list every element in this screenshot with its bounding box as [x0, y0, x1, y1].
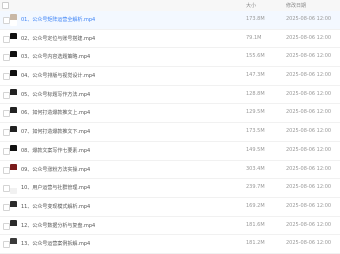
- file-row[interactable]: 03、公众号内容选题策略.mp4 155.6M 2025-08-06 12:00: [0, 48, 340, 68]
- video-thumbnail-icon: [10, 51, 17, 64]
- video-thumbnail-icon: [10, 14, 17, 26]
- file-name[interactable]: 05、公众号标题写作方法.mp4: [21, 91, 90, 98]
- file-name[interactable]: 12、公众号数据分析与复盘.mp4: [21, 222, 95, 229]
- file-date: 2025-08-06 12:00: [286, 16, 332, 22]
- file-size: 169.2M: [246, 202, 265, 209]
- video-thumbnail-icon: [10, 88, 17, 101]
- file-row[interactable]: 04、公众号排版与视觉设计.mp4 147.3M 2025-08-06 12:00: [0, 67, 340, 86]
- file-title: 如何打造爆款推文上.mp4: [32, 110, 91, 117]
- file-rows: 01、公众号矩阵运营全解析.mp4 173.8M 2025-08-06 12:00 0…: [0, 11, 340, 254]
- video-thumbnail-icon: [10, 144, 17, 157]
- video-thumbnail-icon: [10, 107, 17, 120]
- row-checkbox[interactable]: [3, 110, 10, 118]
- file-name[interactable]: 04、公众号排版与视觉设计.mp4: [21, 72, 95, 79]
- file-title: 公众号变现模式解析.mp4: [32, 203, 91, 210]
- file-date: 2025-08-06 12:00: [286, 128, 332, 135]
- file-size: 149.5M: [246, 146, 265, 153]
- video-thumbnail-icon: [10, 238, 17, 251]
- file-date: 2025-08-06 12:00: [286, 221, 332, 228]
- file-name[interactable]: 09、公众号涨粉方法实操.mp4: [21, 166, 90, 173]
- file-title: 如何打造爆款推文下.mp4: [32, 129, 91, 136]
- file-size: 147.3M: [246, 72, 265, 79]
- file-name[interactable]: 11、公众号变现模式解析.mp4: [21, 203, 90, 210]
- file-row[interactable]: 01、公众号矩阵运营全解析.mp4 173.8M 2025-08-06 12:00: [0, 11, 340, 30]
- file-list-page: 大小 修改日期 01、公众号矩阵运营全解析.mp4 173.8M 2025-08-0…: [0, 0, 340, 254]
- file-title: 爆款文案写作七要素.mp4: [32, 147, 91, 154]
- video-thumbnail-icon: [10, 200, 17, 213]
- file-name[interactable]: 02、公众号定位与账号搭建.mp4: [21, 35, 95, 42]
- file-row[interactable]: 07、如何打造爆款推文下.mp4 173.5M 2025-08-06 12:00: [0, 123, 340, 142]
- file-date: 2025-08-06 12:00: [286, 165, 332, 172]
- file-name[interactable]: 06、如何打造爆款推文上.mp4: [21, 109, 90, 116]
- file-date: 2025-08-06 12:00: [286, 146, 332, 153]
- row-checkbox[interactable]: [3, 17, 10, 24]
- video-thumbnail-icon: [10, 70, 17, 83]
- file-size: 155.6M: [246, 53, 265, 60]
- file-row[interactable]: 12、公众号数据分析与复盘.mp4 181.6M 2025-08-06 12:00: [0, 216, 340, 236]
- file-title: 公众号标题写作方法.mp4: [32, 91, 91, 98]
- header-size[interactable]: 大小: [246, 2, 256, 9]
- file-name[interactable]: 10、用户运营与社群管理.mp4: [21, 184, 90, 191]
- file-row[interactable]: 10、用户运营与社群管理.mp4 239.7M 2025-08-06 12:00: [0, 179, 340, 198]
- file-title: 公众号定位与账号搭建.mp4: [32, 35, 96, 42]
- file-size: 79.1M: [246, 34, 262, 41]
- file-title: 公众号涨粉方法实操.mp4: [32, 166, 91, 173]
- file-name[interactable]: 01、公众号矩阵运营全解析.mp4: [21, 16, 95, 23]
- file-title: 公众号排版与视觉设计.mp4: [32, 73, 96, 80]
- file-title: 用户运营与社群管理.mp4: [32, 185, 91, 192]
- row-checkbox[interactable]: [3, 73, 10, 81]
- row-checkbox[interactable]: [3, 91, 10, 99]
- file-row[interactable]: 13、公众号运营案例拆解.mp4 181.2M 2025-08-06 12:00: [0, 235, 340, 254]
- row-checkbox[interactable]: [3, 241, 10, 249]
- file-row[interactable]: 02、公众号定位与账号搭建.mp4 79.1M 2025-08-06 12:00: [0, 29, 340, 49]
- video-thumbnail-icon: [10, 126, 17, 139]
- file-size: 128.8M: [246, 90, 265, 97]
- file-name[interactable]: 08、爆款文案写作七要素.mp4: [21, 147, 90, 154]
- file-size: 239.7M: [246, 184, 265, 191]
- file-name[interactable]: 13、公众号运营案例拆解.mp4: [21, 240, 90, 247]
- file-row[interactable]: 11、公众号变现模式解析.mp4 169.2M 2025-08-06 12:00: [0, 197, 340, 217]
- file-title: 公众号运营案例拆解.mp4: [32, 241, 91, 248]
- row-checkbox[interactable]: [3, 147, 10, 155]
- row-checkbox[interactable]: [3, 222, 10, 230]
- file-row[interactable]: 06、如何打造爆款推文上.mp4 129.5M 2025-08-06 12:00: [0, 104, 340, 124]
- file-size: 303.4M: [246, 165, 265, 172]
- header-date[interactable]: 修改日期: [286, 2, 306, 9]
- file-size: 181.6M: [246, 221, 265, 228]
- file-date: 2025-08-06 12:00: [286, 184, 332, 191]
- file-row[interactable]: 09、公众号涨粉方法实操.mp4 303.4M 2025-08-06 12:00: [0, 160, 340, 180]
- row-checkbox[interactable]: [3, 185, 10, 193]
- row-checkbox[interactable]: [3, 54, 10, 62]
- file-size: 129.5M: [246, 109, 265, 116]
- file-size: 181.2M: [246, 240, 265, 247]
- file-size: 173.5M: [246, 128, 265, 135]
- file-row[interactable]: 08、爆款文案写作七要素.mp4 149.5M 2025-08-06 12:00: [0, 141, 340, 161]
- file-title: 公众号矩阵运营全解析.mp4: [32, 17, 96, 23]
- row-checkbox[interactable]: [3, 129, 10, 137]
- video-thumbnail-icon: [10, 32, 17, 45]
- file-title: 公众号数据分析与复盘.mp4: [32, 222, 96, 229]
- select-all-checkbox[interactable]: [2, 2, 9, 9]
- row-checkbox[interactable]: [3, 166, 10, 174]
- file-title: 公众号内容选题策略.mp4: [32, 54, 91, 61]
- file-date: 2025-08-06 12:00: [286, 34, 332, 41]
- file-date: 2025-08-06 12:00: [286, 72, 332, 79]
- file-size: 173.8M: [246, 16, 265, 22]
- file-name[interactable]: 07、如何打造爆款推文下.mp4: [21, 128, 90, 135]
- video-thumbnail-icon: [10, 163, 17, 176]
- video-thumbnail-icon: [10, 219, 17, 232]
- video-thumbnail-icon: [10, 182, 17, 195]
- file-date: 2025-08-06 12:00: [286, 53, 332, 60]
- row-checkbox[interactable]: [3, 35, 10, 43]
- file-date: 2025-08-06 12:00: [286, 90, 332, 97]
- file-name[interactable]: 03、公众号内容选题策略.mp4: [21, 53, 90, 60]
- file-row[interactable]: 05、公众号标题写作方法.mp4 128.8M 2025-08-06 12:00: [0, 85, 340, 105]
- file-date: 2025-08-06 12:00: [286, 202, 332, 209]
- file-date: 2025-08-06 12:00: [286, 240, 332, 247]
- row-checkbox[interactable]: [3, 203, 10, 211]
- file-date: 2025-08-06 12:00: [286, 109, 332, 116]
